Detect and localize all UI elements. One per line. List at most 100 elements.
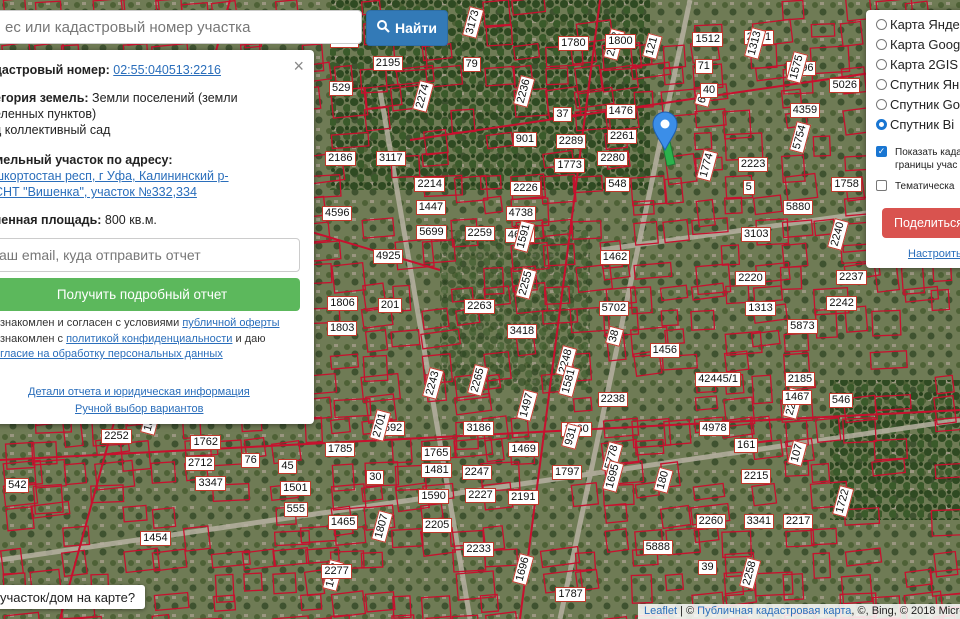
plot-number[interactable]: 3117 (375, 150, 406, 166)
plot-number[interactable]: 1467 (781, 390, 813, 406)
plot-number[interactable]: 1465 (327, 515, 359, 531)
search-button[interactable]: Найти (366, 10, 448, 46)
layer-option[interactable]: Спутник Ян (876, 74, 960, 94)
layer-option[interactable]: Карта Янде (876, 14, 960, 34)
plot-number[interactable]: 5 (742, 179, 755, 195)
plot-number[interactable]: 555 (283, 502, 308, 518)
plot-number[interactable]: 4359 (789, 103, 821, 119)
layer-option[interactable]: Спутник Bi (876, 114, 960, 134)
plot-number[interactable]: 71 (694, 58, 713, 74)
public-offer-link[interactable]: публичной оферты (182, 317, 279, 329)
plot-number[interactable]: 1762 (190, 434, 221, 450)
layer-radio[interactable] (876, 118, 887, 130)
plot-number[interactable]: 542 (5, 477, 30, 493)
plot-number[interactable]: 5702 (598, 300, 630, 316)
plot-number[interactable]: 4738 (505, 205, 537, 221)
plot-number[interactable]: 2191 (508, 489, 539, 505)
layer-radio[interactable] (876, 18, 887, 30)
plot-number[interactable]: 1501 (280, 481, 311, 497)
plot-number[interactable]: 901 (512, 132, 538, 148)
plot-number[interactable]: 1787 (555, 587, 586, 603)
plot-number[interactable]: 548 (605, 176, 630, 192)
plot-number[interactable]: 201 (377, 298, 403, 314)
plot-number[interactable]: 1313 (745, 300, 776, 316)
plot-number[interactable]: 1476 (605, 103, 637, 119)
plot-number[interactable]: 2220 (735, 270, 766, 286)
plot-number[interactable]: 1512 (692, 32, 723, 48)
share-button[interactable]: Поделиться (882, 208, 960, 238)
plot-number[interactable]: 2233 (463, 541, 494, 557)
plot-number[interactable]: 5888 (642, 540, 674, 555)
plot-number[interactable]: 546 (828, 392, 854, 408)
plot-number[interactable]: 2238 (597, 391, 629, 407)
cadastral-borders-option[interactable]: ✓ Показать када границы учас (876, 146, 960, 172)
plot-number[interactable]: 1803 (326, 321, 358, 337)
close-icon[interactable]: × (293, 56, 304, 77)
plot-number[interactable]: 3347 (195, 476, 226, 492)
plot-number[interactable]: 3186 (463, 420, 494, 436)
plot-number[interactable]: 5699 (416, 224, 447, 240)
plot-number[interactable]: 2215 (740, 468, 772, 484)
plot-number[interactable]: 5880 (782, 199, 814, 215)
layer-option[interactable]: Карта Goog (876, 34, 960, 54)
plot-number[interactable]: 1765 (420, 445, 452, 461)
plot-number[interactable]: 2280 (597, 151, 628, 166)
plot-number[interactable]: 42445/1 (695, 371, 741, 387)
plot-number[interactable]: 40 (699, 82, 719, 98)
plot-number[interactable]: 2289 (555, 133, 587, 149)
plot-number[interactable]: 2259 (464, 226, 496, 242)
plot-number[interactable]: 2186 (325, 151, 356, 167)
plot-number[interactable]: 1462 (599, 249, 631, 265)
layer-option[interactable]: Спутник Go (876, 94, 960, 114)
plot-number[interactable]: 2263 (464, 298, 495, 314)
plot-number[interactable]: 4978 (699, 421, 730, 436)
thematic-checkbox[interactable] (876, 180, 887, 191)
plot-number[interactable]: 1773 (554, 157, 585, 173)
plot-number[interactable]: 76 (241, 453, 260, 469)
plot-number[interactable]: 1797 (551, 464, 583, 480)
plot-number[interactable]: 2227 (465, 488, 496, 504)
plot-number[interactable]: 5873 (787, 319, 818, 334)
question-box[interactable]: участок/дом на карте? (0, 585, 146, 609)
email-field[interactable] (0, 238, 300, 272)
plot-number[interactable]: 4925 (372, 249, 404, 265)
plot-number[interactable]: 1454 (140, 531, 171, 547)
report-details-link[interactable]: Детали отчета и юридическая информация (28, 386, 250, 398)
layer-radio[interactable] (876, 78, 887, 90)
plot-number[interactable]: 5026 (829, 78, 860, 94)
plot-number[interactable]: 1806 (327, 295, 358, 311)
plot-number[interactable]: 4596 (322, 205, 353, 221)
plot-number[interactable]: 45 (278, 459, 297, 475)
layer-option[interactable]: Карта 2GIS (876, 54, 960, 74)
plot-number[interactable]: 2237 (836, 270, 867, 286)
address-link-line2[interactable]: СНТ "Вишенка", участок №332,334 (0, 185, 197, 199)
plot-number[interactable]: 1469 (508, 442, 539, 458)
manual-selection-link[interactable]: Ручной выбор вариантов (75, 403, 203, 415)
plot-number[interactable]: 30 (366, 469, 385, 485)
plot-number[interactable]: 2223 (737, 157, 769, 173)
thematic-option[interactable]: Тематическа (876, 180, 960, 193)
plot-number[interactable]: 529 (329, 81, 354, 97)
plot-number[interactable]: 1780 (558, 35, 589, 51)
plot-number[interactable]: 161 (734, 438, 759, 454)
plot-number[interactable]: 1785 (324, 442, 356, 458)
privacy-policy-link[interactable]: политикой конфиденциальности (66, 333, 232, 345)
plot-number[interactable]: 2252 (101, 429, 132, 445)
plot-number[interactable]: 1481 (421, 463, 452, 479)
get-report-button[interactable]: Получить подробный отчет (0, 278, 300, 311)
address-link-line1[interactable]: шкортостан респ, г Уфа, Калининский р- (0, 169, 229, 183)
plot-number[interactable]: 2242 (826, 296, 857, 312)
leaflet-link[interactable]: Leaflet (644, 605, 677, 617)
plot-number[interactable]: 1590 (418, 488, 449, 504)
plot-number[interactable]: 3418 (506, 324, 538, 340)
plot-number[interactable]: 3103 (741, 226, 772, 242)
plot-number[interactable]: 2185 (784, 372, 816, 388)
plot-number[interactable]: 2214 (414, 177, 445, 193)
plot-number[interactable]: 3341 (743, 513, 775, 529)
plot-number[interactable]: 2260 (695, 514, 727, 530)
layer-radio[interactable] (876, 98, 887, 110)
plot-number[interactable]: 2261 (606, 129, 638, 145)
layer-radio[interactable] (876, 38, 887, 50)
plot-number[interactable]: 2226 (510, 180, 541, 196)
plot-number[interactable]: 1758 (831, 176, 862, 192)
